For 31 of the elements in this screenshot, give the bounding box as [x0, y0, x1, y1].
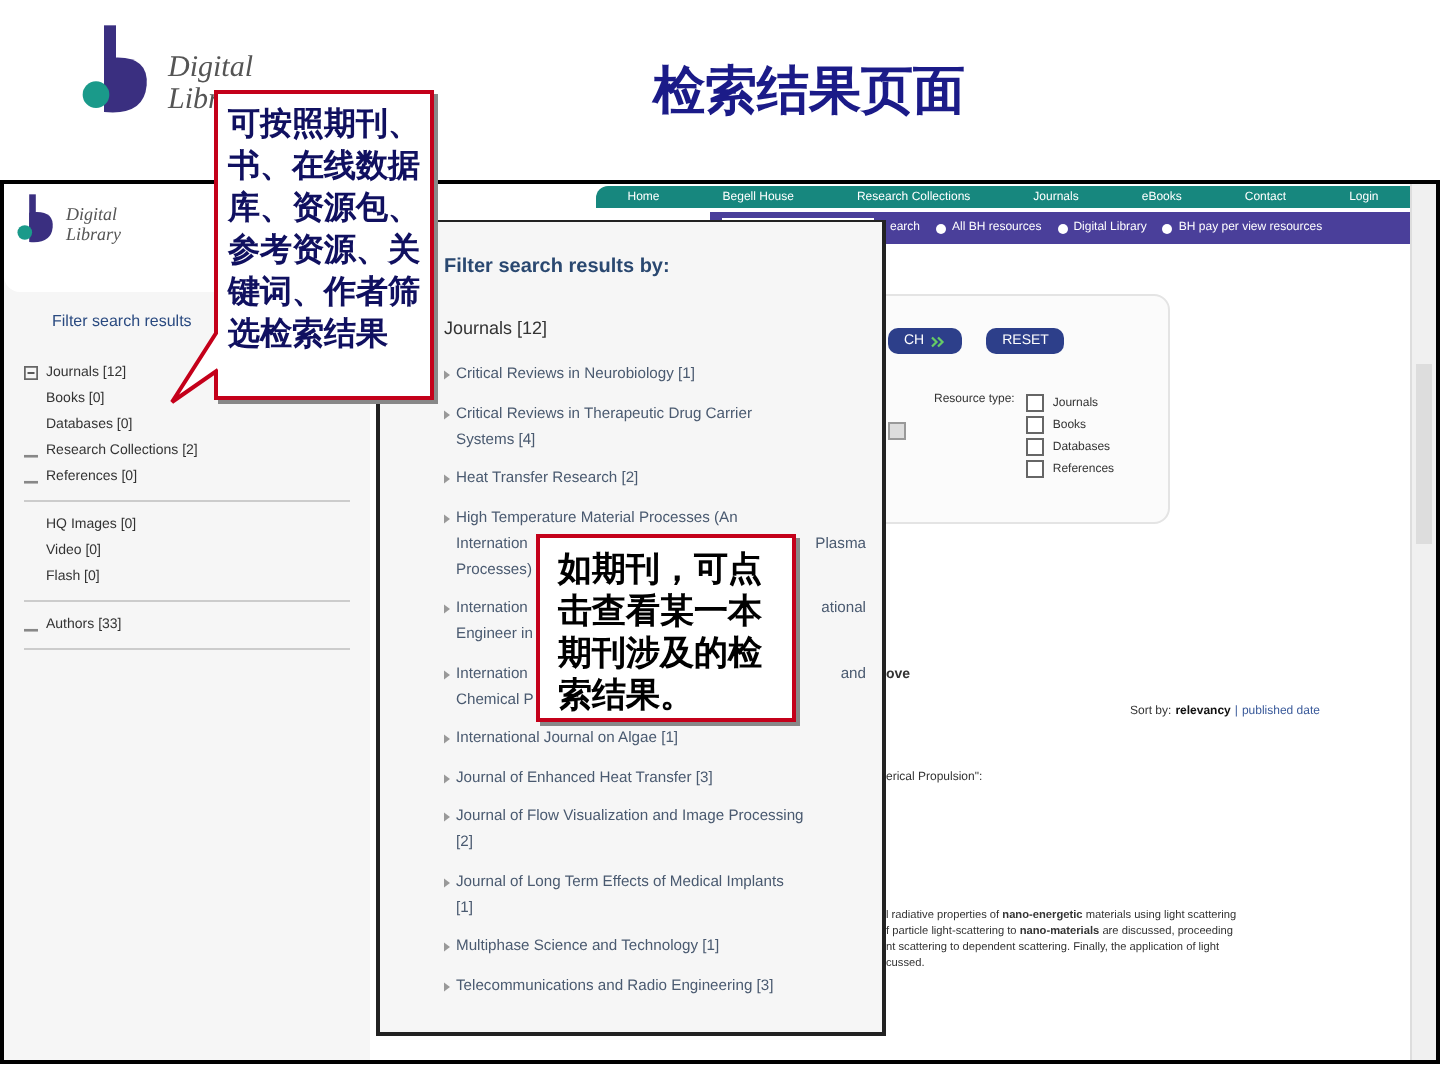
popup-title: Filter search results by: — [444, 256, 672, 278]
bullet-arrow-icon — [444, 981, 450, 991]
checkbox[interactable] — [1026, 438, 1045, 456]
radio-icon[interactable] — [1162, 223, 1173, 233]
logo-text: Digital — [168, 52, 254, 84]
callout-box: 如期刊，可点击查看某一本期刊涉及的检索结果。 — [536, 534, 796, 722]
double-chevron-icon — [930, 335, 947, 347]
checkbox[interactable] — [1026, 460, 1045, 478]
group-heading: Journals [12] — [444, 317, 550, 337]
logo-text: Digital — [66, 204, 120, 224]
collapse-icon[interactable] — [24, 366, 38, 380]
radio-icon[interactable] — [936, 223, 947, 233]
radio-icon[interactable] — [1057, 223, 1068, 233]
bullet-arrow-icon — [444, 734, 450, 744]
scrollbar[interactable] — [1410, 184, 1436, 1060]
bullet-arrow-icon — [444, 604, 450, 614]
checkbox[interactable] — [1026, 416, 1045, 434]
bullet-arrow-icon — [444, 773, 450, 783]
bullet-arrow-icon — [444, 942, 450, 952]
bullet-arrow-icon — [444, 669, 450, 679]
slide-title: 检索结果页面 — [653, 60, 966, 126]
bullet-arrow-icon — [444, 409, 450, 419]
checkbox[interactable] — [1026, 394, 1045, 412]
bullet-arrow-icon — [444, 812, 450, 822]
bullet-arrow-icon — [444, 513, 450, 523]
bullet-arrow-icon — [444, 474, 450, 484]
logo-text: Library — [66, 224, 122, 244]
sidebar-title: Filter search results — [52, 312, 192, 330]
bullet-arrow-icon — [444, 877, 450, 887]
bullet-arrow-icon — [444, 370, 450, 380]
callout-box: 可按照期刊、书、在线数据库、资源包、参考资源、关键词、作者筛选检索结果 — [214, 90, 434, 400]
